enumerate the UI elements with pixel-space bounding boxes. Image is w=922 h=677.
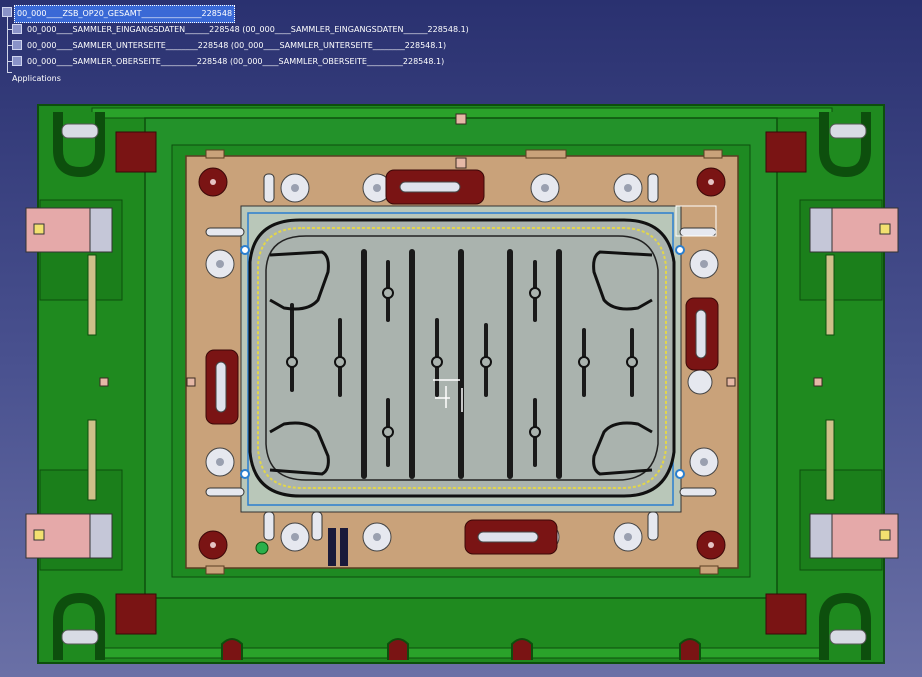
assembly-icon (12, 40, 22, 50)
tree-root-icon (2, 7, 12, 17)
tree-node-label[interactable]: 00_000____SAMMLER_UNTERSEITE________2285… (27, 38, 446, 54)
tree-node-label[interactable]: 00_000____SAMMLER_OBERSEITE_________2285… (27, 54, 444, 70)
assembly-icon (12, 24, 22, 34)
3d-viewport[interactable] (0, 0, 922, 677)
tree-root-label[interactable]: 00_000____ZSB_OP20_GESAMT_______________… (14, 5, 236, 23)
specification-tree[interactable]: 00_000____ZSB_OP20_GESAMT_______________… (0, 0, 470, 90)
tree-node-label[interactable]: 00_000____SAMMLER_EINGANGSDATEN______228… (27, 22, 469, 38)
applications-label[interactable]: Applications (12, 71, 61, 87)
part-icon (12, 56, 22, 66)
